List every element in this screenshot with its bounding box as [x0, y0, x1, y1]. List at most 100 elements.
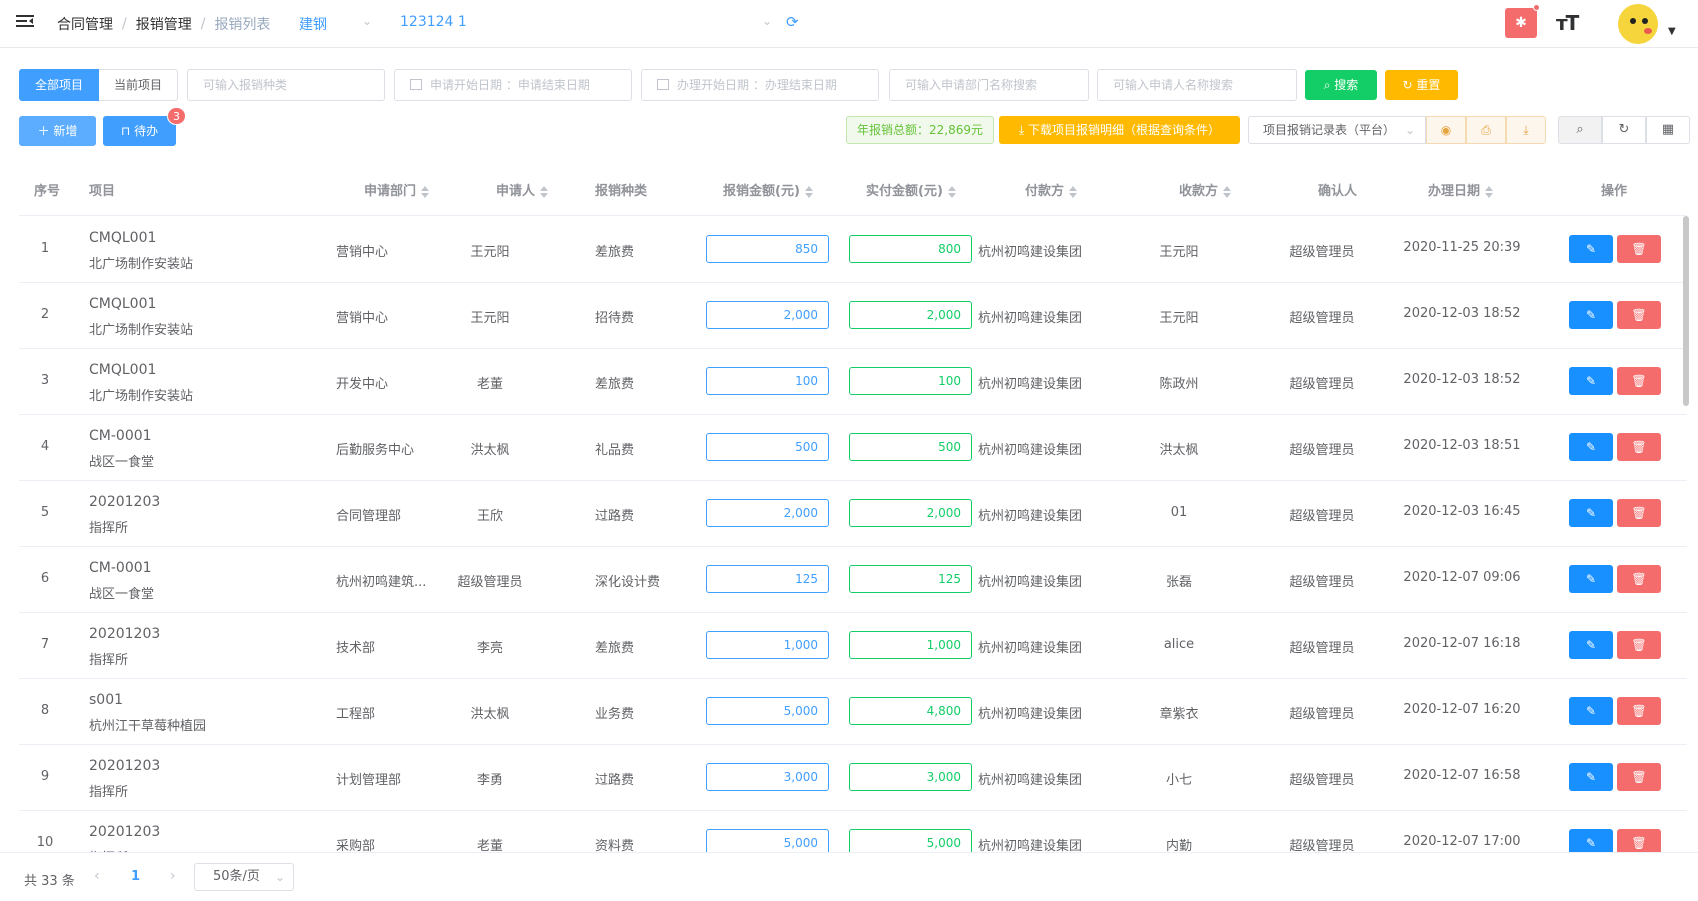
amount-input[interactable]: 850 [706, 235, 829, 263]
cell-type: 差旅费 [595, 641, 635, 656]
project-select[interactable]: 建钢 [299, 14, 327, 34]
col-header-amount[interactable]: 报销金额(元) [723, 180, 813, 199]
paid-amount-input[interactable]: 5,000 [849, 829, 972, 852]
col-header-actions: 操作 [1601, 184, 1628, 199]
amount-input[interactable]: 500 [706, 433, 829, 461]
cell-project-code: 20201203 [89, 626, 161, 642]
font-size-icon[interactable]: тT [1556, 11, 1579, 35]
edit-button[interactable]: ✎ [1569, 433, 1613, 461]
export-icon[interactable]: ⤓ [1506, 116, 1546, 144]
refresh-icon[interactable]: ⟳ [786, 13, 799, 31]
department-search-input[interactable]: 可输入申请部门名称搜索 [889, 69, 1089, 101]
delete-button[interactable]: 🗑 [1617, 631, 1661, 659]
sort-icon [1223, 185, 1232, 198]
bug-icon[interactable]: ✱ [1505, 8, 1537, 38]
col-header-date[interactable]: 办理日期 [1428, 180, 1494, 199]
caret-down-icon[interactable]: ▼ [1668, 26, 1676, 37]
chevron-right-icon[interactable]: › [170, 868, 176, 884]
chevron-down-icon[interactable]: ⌄ [362, 14, 372, 28]
delete-button[interactable]: 🗑 [1617, 235, 1661, 263]
reset-button[interactable]: ↻ 重置 [1385, 70, 1458, 100]
paid-amount-input[interactable]: 2,000 [849, 301, 972, 329]
edit-button[interactable]: ✎ [1569, 499, 1613, 527]
eye-icon[interactable]: ◉ [1426, 116, 1466, 144]
table-row[interactable]: 5 合同管理部 王欣 过路费 杭州初鸣建设集团 01 超级管理员 2020-12-03 16:… [19, 480, 1687, 547]
table-row[interactable]: 8 工程部 洪太枫 业务费 杭州初鸣建设集团 章紫衣 超级管理员 2020-12-07 16:… [19, 678, 1687, 745]
delete-button[interactable]: 🗑 [1617, 763, 1661, 791]
cell-confirmer: 超级管理员 [1289, 377, 1355, 392]
amount-input[interactable]: 5,000 [706, 829, 829, 852]
print-icon[interactable]: ⎙ [1466, 116, 1506, 144]
paid-amount-input[interactable]: 125 [849, 565, 972, 593]
edit-button[interactable]: ✎ [1569, 301, 1613, 329]
paid-amount-input[interactable]: 3,000 [849, 763, 972, 791]
table-row[interactable]: 7 技术部 李亮 差旅费 杭州初鸣建设集团 alice 超级管理员 2020-12-07 16… [19, 612, 1687, 679]
amount-input[interactable]: 5,000 [706, 697, 829, 725]
record-table-select[interactable]: 项目报销记录表（平台） ⌄ [1248, 116, 1426, 144]
pagination-page[interactable]: 1 [131, 869, 140, 884]
search-icon[interactable]: ⌕ [1558, 116, 1602, 144]
col-header-payee[interactable]: 收款方 [1179, 180, 1232, 199]
project-value-select[interactable]: 123124 1 [400, 14, 467, 30]
amount-input[interactable]: 3,000 [706, 763, 829, 791]
chevron-down-icon[interactable]: ⌄ [762, 14, 772, 28]
expense-type-input[interactable]: 可输入报销种类 [187, 69, 385, 101]
refresh-icon[interactable]: ↻ [1602, 116, 1646, 144]
amount-input[interactable]: 100 [706, 367, 829, 395]
handle-date-range[interactable]: 办理开始日期 ：办理结束日期 [641, 69, 879, 101]
add-button[interactable]: ＋ 新增 [19, 116, 96, 146]
edit-button[interactable]: ✎ [1569, 367, 1613, 395]
delete-button[interactable]: 🗑 [1617, 829, 1661, 852]
amount-input[interactable]: 125 [706, 565, 829, 593]
delete-button[interactable]: 🗑 [1617, 301, 1661, 329]
paid-amount-input[interactable]: 100 [849, 367, 972, 395]
page-size-select[interactable]: 50条/页 ⌄ [194, 863, 294, 891]
edit-button[interactable]: ✎ [1569, 763, 1613, 791]
download-detail-button[interactable]: ⤓ 下载项目报销明细（根据查询条件） [999, 116, 1240, 144]
table-row[interactable]: 10 采购部 老董 资料费 杭州初鸣建设集团 内勤 超级管理员 2020-12-07 17:0… [19, 810, 1687, 852]
apply-date-range[interactable]: 申请开始日期 ：申请结束日期 [394, 69, 632, 101]
breadcrumb-item[interactable]: 报销管理 [136, 14, 192, 34]
delete-button[interactable]: 🗑 [1617, 697, 1661, 725]
paid-amount-input[interactable]: 500 [849, 433, 972, 461]
todo-button[interactable]: ⊓ 待办 [103, 116, 176, 146]
delete-button[interactable]: 🗑 [1617, 433, 1661, 461]
amount-input[interactable]: 2,000 [706, 499, 829, 527]
edit-button[interactable]: ✎ [1569, 565, 1613, 593]
edit-button[interactable]: ✎ [1569, 235, 1613, 263]
col-header-department[interactable]: 申请部门 [364, 180, 430, 199]
table-row[interactable]: 4 后勤服务中心 洪太枫 礼品费 杭州初鸣建设集团 洪太枫 超级管理员 2020-12-03 … [19, 414, 1687, 481]
table-row[interactable]: 3 开发中心 老董 差旅费 杭州初鸣建设集团 陈政州 超级管理员 2020-12-03 18:… [19, 348, 1687, 415]
delete-button[interactable]: 🗑 [1617, 367, 1661, 395]
table-row[interactable]: 9 计划管理部 李勇 过路费 杭州初鸣建设集团 小七 超级管理员 2020-12-07 16:… [19, 744, 1687, 811]
edit-button[interactable]: ✎ [1569, 631, 1613, 659]
amount-input[interactable]: 1,000 [706, 631, 829, 659]
delete-button[interactable]: 🗑 [1617, 565, 1661, 593]
table-row[interactable]: 2 营销中心 王元阳 招待费 杭州初鸣建设集团 王元阳 超级管理员 2020-12-03 18… [19, 282, 1687, 349]
breadcrumb-item[interactable]: 合同管理 [57, 14, 113, 34]
segment-current-project[interactable]: 当前项目 [99, 69, 179, 101]
paid-amount-input[interactable]: 1,000 [849, 631, 972, 659]
cell-type: 资料费 [595, 839, 635, 852]
paid-amount-input[interactable]: 800 [849, 235, 972, 263]
amount-input[interactable]: 2,000 [706, 301, 829, 329]
paid-amount-input[interactable]: 2,000 [849, 499, 972, 527]
chevron-left-icon[interactable]: ‹ [94, 868, 100, 884]
table-scrollbar[interactable] [1683, 216, 1689, 406]
col-header-applicant[interactable]: 申请人 [496, 180, 549, 199]
avatar[interactable] [1618, 4, 1658, 44]
hamburger-icon[interactable] [16, 15, 34, 31]
table-row[interactable]: 1 营销中心 王元阳 差旅费 杭州初鸣建设集团 王元阳 超级管理员 2020-11-25 20… [19, 216, 1687, 283]
col-header-paid[interactable]: 实付金额(元) [866, 180, 956, 199]
table-row[interactable]: 6 杭州初鸣建筑... 超级管理员 深化设计费 杭州初鸣建设集团 张磊 超级管理员 2020-… [19, 546, 1687, 613]
paid-amount-input[interactable]: 4,800 [849, 697, 972, 725]
segment-all-projects[interactable]: 全部项目 [19, 69, 100, 101]
search-button[interactable]: ⌕ 搜索 [1305, 70, 1377, 100]
delete-button[interactable]: 🗑 [1617, 499, 1661, 527]
edit-button[interactable]: ✎ [1569, 829, 1613, 852]
col-header-payer[interactable]: 付款方 [1025, 180, 1078, 199]
applicant-search-input[interactable]: 可输入申请人名称搜索 [1097, 69, 1297, 101]
columns-icon[interactable]: ▦ [1646, 116, 1690, 144]
edit-button[interactable]: ✎ [1569, 697, 1613, 725]
cell-department: 营销中心 [336, 311, 389, 326]
